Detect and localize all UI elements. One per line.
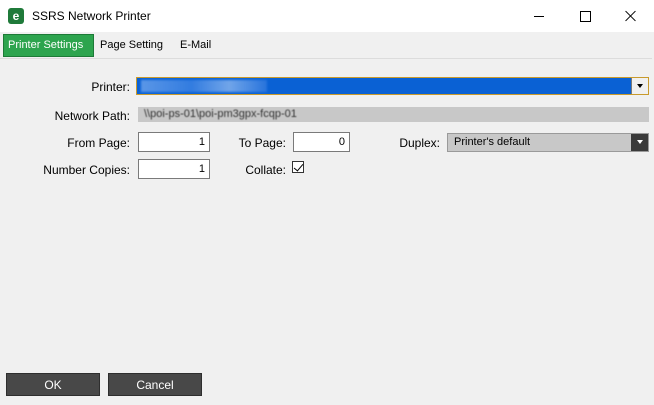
printer-dropdown-arrow-icon[interactable]: [631, 78, 648, 94]
duplex-label: Duplex:: [399, 136, 440, 150]
duplex-selected-value: Printer's default: [454, 136, 531, 148]
to-page-input[interactable]: 0: [293, 132, 350, 152]
number-copies-input[interactable]: 1: [138, 159, 210, 179]
number-copies-label: Number Copies:: [43, 163, 130, 177]
printer-select[interactable]: [136, 77, 649, 95]
ok-button[interactable]: OK: [6, 373, 100, 396]
duplex-select[interactable]: Printer's default: [447, 133, 649, 152]
app-logo-icon: e: [8, 8, 24, 24]
cancel-button[interactable]: Cancel: [108, 373, 202, 396]
window-title: SSRS Network Printer: [32, 9, 151, 23]
printer-settings-panel: [0, 58, 652, 366]
maximize-icon: [579, 10, 591, 22]
maximize-button[interactable]: [562, 0, 608, 32]
collate-label: Collate:: [245, 163, 286, 177]
from-page-label: From Page:: [67, 136, 130, 150]
from-page-input[interactable]: 1: [138, 132, 210, 152]
tab-email[interactable]: E-Mail: [176, 35, 215, 56]
close-icon: [625, 10, 637, 22]
minimize-button[interactable]: [516, 0, 562, 32]
collate-checkbox[interactable]: [292, 161, 304, 173]
network-path-value: \\poi-ps-01\poi-pm3gpx-fcqp-01: [144, 108, 297, 120]
tab-printer-settings[interactable]: Printer Settings: [3, 34, 94, 57]
title-bar: e SSRS Network Printer: [0, 0, 654, 32]
tab-bar: Printer Settings Page Setting E-Mail: [0, 32, 654, 58]
printer-selected-value-redacted: [141, 80, 267, 92]
close-button[interactable]: [608, 0, 654, 32]
network-path-field: \\poi-ps-01\poi-pm3gpx-fcqp-01: [138, 107, 649, 122]
network-path-label: Network Path:: [54, 109, 130, 123]
printer-label: Printer:: [91, 80, 130, 94]
ssrs-network-printer-dialog: e SSRS Network Printer Printer Settings …: [0, 0, 654, 405]
minimize-icon: [534, 15, 544, 17]
to-page-label: To Page:: [238, 136, 286, 150]
duplex-dropdown-arrow-icon[interactable]: [631, 134, 648, 151]
tab-page-setting[interactable]: Page Setting: [96, 35, 167, 56]
